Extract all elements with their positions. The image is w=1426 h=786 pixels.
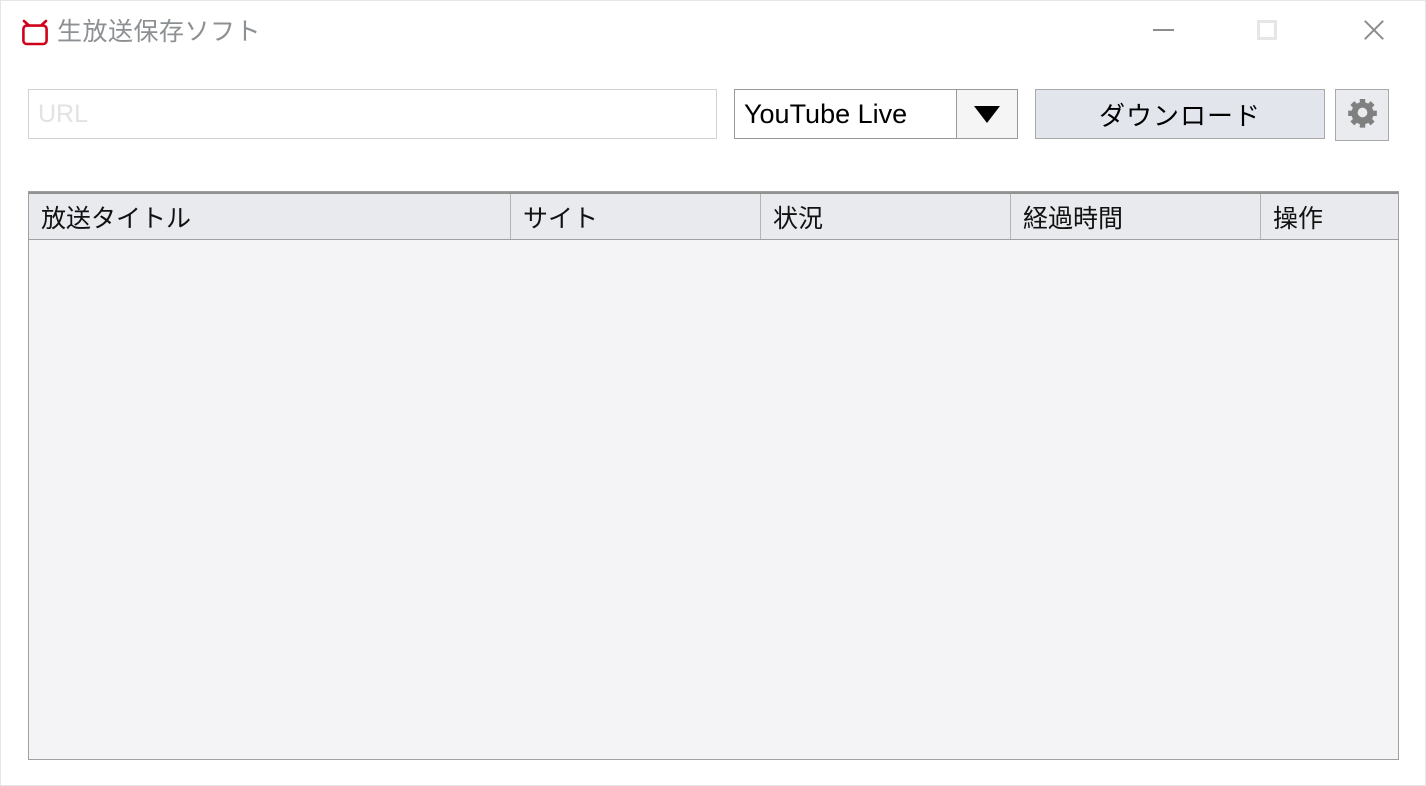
app-title: 生放送保存ソフト (57, 18, 262, 46)
settings-button[interactable] (1335, 89, 1389, 141)
column-header-actions[interactable]: 操作 (1260, 194, 1398, 239)
chevron-down-icon (974, 105, 1000, 123)
broadcast-table: 放送タイトル サイト 状況 経過時間 操作 (28, 191, 1399, 760)
close-button[interactable] (1340, 1, 1408, 59)
app-window: 生放送保存ソフト YouTube Live ダウンロード 放送タイトル (0, 0, 1426, 786)
close-icon (1362, 18, 1386, 42)
download-button[interactable]: ダウンロード (1035, 89, 1325, 139)
minimize-button[interactable] (1129, 1, 1197, 59)
url-input[interactable] (28, 89, 717, 139)
table-body[interactable] (29, 240, 1398, 758)
column-header-status[interactable]: 状況 (760, 194, 1010, 239)
column-header-site[interactable]: サイト (510, 194, 760, 239)
maximize-icon (1257, 20, 1277, 40)
column-header-title[interactable]: 放送タイトル (29, 194, 510, 239)
column-header-elapsed[interactable]: 経過時間 (1010, 194, 1260, 239)
site-select-value: YouTube Live (744, 98, 908, 129)
table-header-row: 放送タイトル サイト 状況 経過時間 操作 (29, 192, 1398, 240)
minimize-icon (1152, 29, 1174, 31)
site-select[interactable]: YouTube Live (734, 89, 1018, 139)
site-select-arrow-button[interactable] (956, 90, 1017, 138)
title-bar: 生放送保存ソフト (1, 1, 1425, 62)
tv-icon (20, 12, 50, 46)
gear-icon (1347, 97, 1378, 133)
maximize-button[interactable] (1233, 1, 1301, 59)
